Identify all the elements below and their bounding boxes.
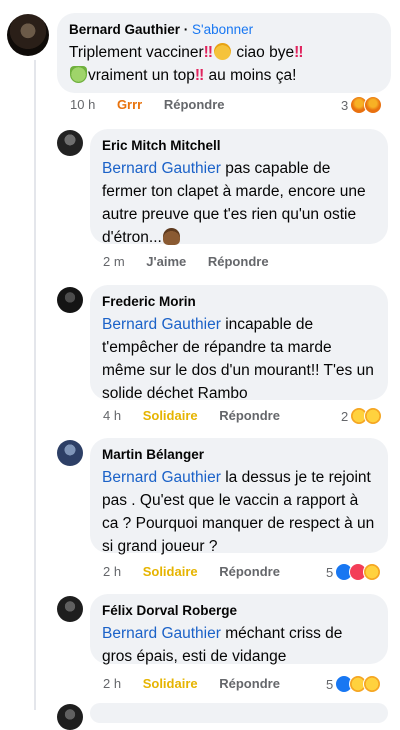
comment-time[interactable]: 10 h bbox=[70, 97, 95, 112]
reaction-count: 2 bbox=[341, 408, 349, 424]
follow-link[interactable]: S'abonner bbox=[192, 22, 253, 37]
double-exclamation-icon: ‼ bbox=[194, 67, 205, 84]
poop-icon bbox=[162, 228, 180, 245]
comment-actions: 4 h Solidaire Répondre bbox=[103, 408, 298, 423]
reply-button[interactable]: Répondre bbox=[219, 408, 280, 423]
laugh-reaction-icon bbox=[363, 675, 382, 693]
reaction-count: 3 bbox=[341, 97, 349, 113]
mention-link[interactable]: Bernard Gauthier bbox=[102, 160, 221, 177]
reaction-button[interactable]: Solidaire bbox=[143, 676, 198, 691]
author-name[interactable]: Bernard Gauthier bbox=[69, 22, 180, 37]
comment-author: Bernard Gauthier · S'abonner bbox=[69, 22, 254, 37]
comment-text: Bernard Gauthier incapable de t'empêcher… bbox=[102, 316, 374, 402]
reaction-button[interactable]: Solidaire bbox=[143, 408, 198, 423]
comment-text: Bernard Gauthier la dessus je te rejoint… bbox=[102, 469, 375, 555]
comment-bubble: Félix Dorval Roberge Bernard Gauthier mé… bbox=[90, 594, 388, 665]
comment-actions: 10 h Grrr Répondre bbox=[70, 97, 243, 112]
mention-link[interactable]: Bernard Gauthier bbox=[102, 469, 221, 486]
avatar[interactable] bbox=[57, 704, 83, 730]
reply-button[interactable]: Répondre bbox=[164, 97, 225, 112]
double-exclamation-icon: ‼ bbox=[294, 44, 304, 61]
avatar[interactable] bbox=[57, 287, 83, 313]
comment-actions: 2 h Solidaire Répondre bbox=[103, 564, 298, 579]
reaction-button[interactable]: Solidaire bbox=[143, 564, 198, 579]
avatar[interactable] bbox=[57, 596, 83, 622]
author-name[interactable]: Martin Bélanger bbox=[102, 446, 376, 463]
comment-bubble: Bernard Gauthier · S'abonner Triplement … bbox=[57, 13, 391, 93]
comment-time[interactable]: 4 h bbox=[103, 408, 121, 423]
comment-bubble: Eric Mitch Mitchell Bernard Gauthier pas… bbox=[90, 129, 388, 246]
avatar[interactable] bbox=[57, 440, 83, 466]
comment-text: Bernard Gauthier méchant criss de gros é… bbox=[102, 625, 343, 665]
like-button[interactable]: J'aime bbox=[146, 254, 186, 269]
comment-time[interactable]: 2 h bbox=[103, 676, 121, 691]
nauseated-face-icon bbox=[70, 66, 87, 83]
reaction-summary[interactable]: 5 bbox=[326, 563, 382, 581]
reaction-button[interactable]: Grrr bbox=[117, 97, 142, 112]
reaction-count: 5 bbox=[326, 564, 334, 580]
comment-bubble: Martin Bélanger Bernard Gauthier la dess… bbox=[90, 438, 388, 555]
reaction-count: 5 bbox=[326, 676, 334, 692]
reaction-summary[interactable]: 3 bbox=[341, 96, 383, 114]
mention-link[interactable]: Bernard Gauthier bbox=[102, 625, 221, 642]
reaction-summary[interactable]: 2 bbox=[341, 407, 383, 425]
avatar[interactable] bbox=[7, 14, 49, 56]
comment-actions: 2 h Solidaire Répondre bbox=[103, 676, 298, 691]
comment-time[interactable]: 2 m bbox=[103, 254, 125, 269]
reply-button[interactable]: Répondre bbox=[208, 254, 269, 269]
author-name[interactable]: Eric Mitch Mitchell bbox=[102, 137, 376, 154]
comment-bubble: Frederic Morin Bernard Gauthier incapabl… bbox=[90, 285, 388, 402]
laugh-reaction-icon bbox=[363, 563, 382, 581]
mention-link[interactable]: Bernard Gauthier bbox=[102, 316, 221, 333]
comment-time[interactable]: 2 h bbox=[103, 564, 121, 579]
reply-button[interactable]: Répondre bbox=[219, 676, 280, 691]
comment-text: Triplement vacciner‼ ciao bye‼ vraiment … bbox=[69, 43, 304, 84]
comment-bubble bbox=[90, 703, 388, 723]
reply-button[interactable]: Répondre bbox=[219, 564, 280, 579]
author-name[interactable]: Frederic Morin bbox=[102, 293, 376, 310]
laugh-reaction-icon bbox=[364, 407, 383, 425]
avatar[interactable] bbox=[57, 130, 83, 156]
reaction-summary[interactable]: 5 bbox=[326, 675, 382, 693]
sad-face-icon bbox=[214, 43, 232, 60]
comment-actions: 2 m J'aime Répondre bbox=[103, 254, 287, 269]
angry-reaction-icon bbox=[364, 96, 383, 114]
double-exclamation-icon: ‼ bbox=[203, 44, 214, 61]
reply-thread-line bbox=[34, 60, 36, 710]
author-name[interactable]: Félix Dorval Roberge bbox=[102, 602, 376, 619]
comment-text: Bernard Gauthier pas capable de fermer t… bbox=[102, 160, 366, 246]
